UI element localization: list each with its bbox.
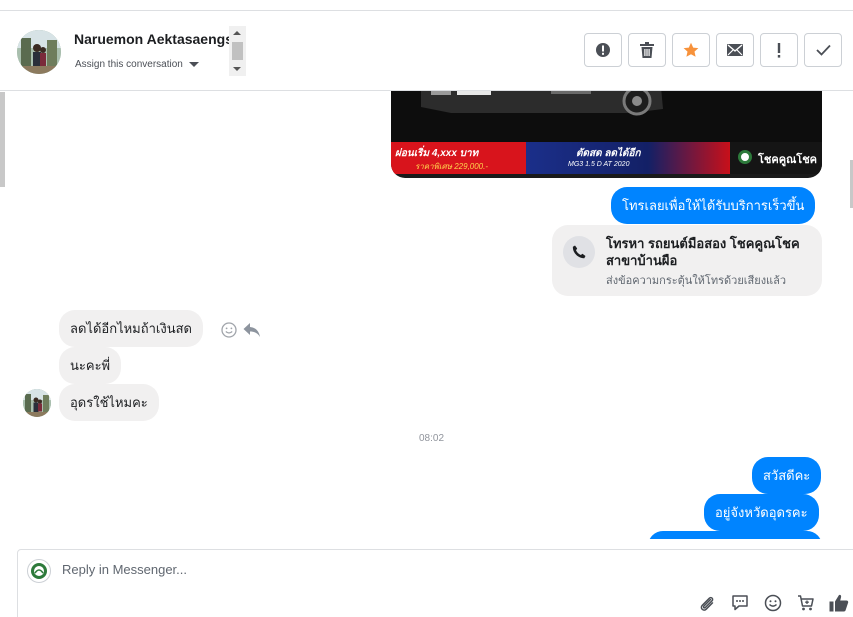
incoming-message[interactable]: ลดได้อีกไหมถ้าเงินสด [59,310,203,347]
conversation-actions [584,33,842,67]
reply-input[interactable] [62,562,662,577]
star-button[interactable] [672,33,710,67]
call-card-title: โทรหา รถยนต์มือสอง โชคคูณโชค สาขาบ้านผือ [606,236,800,268]
scroll-thumb[interactable] [232,42,243,60]
incoming-message[interactable]: อุดรใช้ไหมคะ [59,384,159,421]
messenger-conversation-view: Naruemon Aektasaengs Assign this convers… [0,0,853,617]
assign-label: Assign this conversation [75,59,183,70]
exclamation-icon [777,42,781,58]
promo-headline-block: ตัดสด ลดได้อีก MG3 1.5 D AT 2020 [526,142,730,174]
like-button[interactable] [829,593,849,613]
outgoing-message-partial[interactable] [648,531,822,539]
mark-spam-button[interactable] [584,33,622,67]
phone-icon [563,236,595,268]
mark-done-button[interactable] [804,33,842,67]
contact-name[interactable]: Naruemon Aektasaengs [74,31,230,47]
checkmark-icon [815,44,831,56]
composer-toolbar [697,593,849,613]
react-smiley-icon[interactable] [221,322,237,338]
reply-composer [17,549,853,617]
follow-up-button[interactable] [760,33,798,67]
promo-price-block: ผ่อนเริ่ม 4,xxx บาท ราคาพิเศษ 229,000.- [391,142,526,174]
promo-brand-block: โชคคูณโชค [730,142,822,174]
page-avatar [27,559,51,583]
promo-model: MG3 1.5 D AT 2020 [568,161,630,168]
speech-bubble-icon [732,595,748,611]
caret-down-icon [188,62,199,67]
smiley-icon [764,594,782,612]
emoji-button[interactable] [763,593,783,613]
exclamation-circle-icon [596,43,610,57]
delete-button[interactable] [628,33,666,67]
contact-avatar-small[interactable] [23,389,51,417]
call-card-subtitle: ส่งข้อความกระตุ้นให้โทรด้วยเสียงแล้ว [606,275,787,287]
car-photo [391,91,822,147]
reply-arrow-icon[interactable] [243,322,261,338]
promo-headline: ตัดสด ลดได้อีก [576,148,641,159]
scroll-down-arrow-icon[interactable] [233,67,241,71]
promo-brand: โชคคูณโชค [758,154,818,166]
outgoing-message[interactable]: อยู่จังหวัดอุดรคะ [704,494,819,531]
promo-price: ราคาพิเศษ 229,000.- [415,162,489,171]
attach-button[interactable] [697,593,717,613]
message-thread[interactable]: ผ่อนเริ่ม 4,xxx บาท ราคาพิเศษ 229,000.- … [0,91,853,539]
shop-button[interactable] [796,593,816,613]
header-scrollbar[interactable] [229,26,246,76]
scroll-up-arrow-icon[interactable] [233,31,241,35]
saved-replies-button[interactable] [730,593,750,613]
call-request-card[interactable]: โทรหา รถยนต์มือสอง โชคคูณโชค สาขาบ้านผือ… [552,225,822,296]
incoming-message[interactable]: นะคะพี่ [59,347,122,384]
brand-logo-icon [738,150,752,164]
contact-avatar[interactable] [17,30,61,74]
car-promo-image[interactable]: ผ่อนเริ่ม 4,xxx บาท ราคาพิเศษ 229,000.- … [391,91,822,178]
trash-icon [640,42,654,58]
assign-conversation-dropdown[interactable]: Assign this conversation [75,59,199,70]
promo-banner: ผ่อนเริ่ม 4,xxx บาท ราคาพิเศษ 229,000.- … [391,142,822,174]
shopping-cart-icon [798,595,814,611]
message-timestamp: 08:02 [418,433,445,444]
envelope-icon [727,44,743,56]
message-hover-actions [221,322,261,338]
promo-down-payment: ผ่อนเริ่ม 4,xxx บาท [395,148,479,159]
conversation-header: Naruemon Aektasaengs Assign this convers… [0,10,853,91]
left-panel-scrollbar[interactable] [0,92,5,187]
outgoing-message[interactable]: โทรเลยเพื่อให้ได้รับบริการเร็วขึ้น [611,187,816,224]
mark-unread-button[interactable] [716,33,754,67]
paperclip-icon [700,596,714,611]
thumbs-up-icon [829,594,849,612]
star-icon [683,42,699,57]
outgoing-message[interactable]: สวัสดีคะ [752,457,822,494]
